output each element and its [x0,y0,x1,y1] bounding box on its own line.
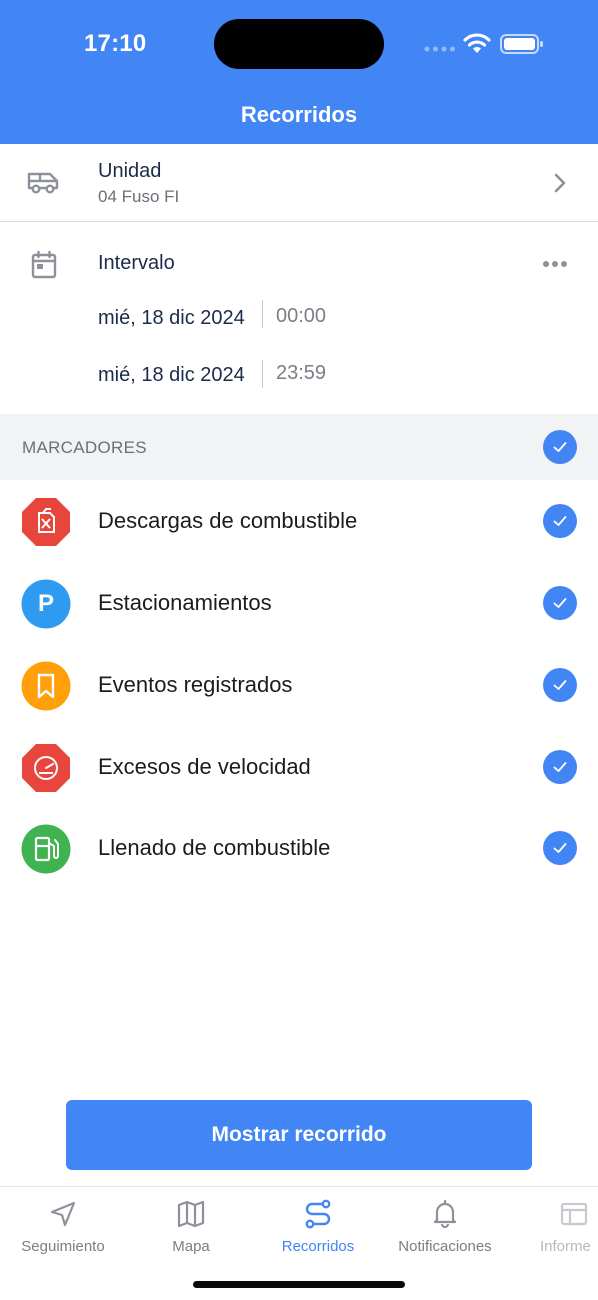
check-icon [553,442,567,452]
tab-recorridos[interactable]: Recorridos [253,1195,383,1255]
check-icon [553,516,567,526]
check-icon [553,843,567,853]
interval-section: Intervalo mié, 18 dic 2024 00:00 mié, 18… [0,222,598,414]
end-date[interactable]: mié, 18 dic 2024 [98,364,245,387]
calendar-icon [31,250,57,279]
dynamic-island [214,19,384,69]
bookmark-icon [21,661,71,711]
marker-checkbox[interactable] [543,586,577,620]
navigation-arrow-icon [50,1201,76,1227]
check-icon [553,762,567,772]
chevron-right-icon [554,173,566,193]
unit-selector-row[interactable]: Unidad 04 Fuso FI [0,144,598,222]
markers-section-label: MARCADORES [22,438,147,457]
marker-row-parking[interactable]: P Estacionamientos [0,562,598,644]
check-icon [553,680,567,690]
start-time[interactable]: 00:00 [276,305,326,328]
tab-label: Recorridos [281,1238,355,1255]
tab-label: Notificaciones [398,1238,492,1255]
fuel-pump-icon [21,824,71,874]
marker-label: Excesos de velocidad [98,754,311,779]
map-icon [177,1200,205,1228]
divider [262,300,263,328]
signal-icon [424,46,455,52]
bell-icon [433,1199,457,1229]
check-icon [553,598,567,608]
parking-glyph: P [37,590,54,617]
marker-row-fuel-drain[interactable]: Descargas de combustible [0,480,598,562]
marker-row-fuel-fill[interactable]: Llenado de combustible [0,807,598,889]
divider [262,360,263,388]
select-all-checkbox[interactable] [543,430,577,464]
marker-label: Descargas de combustible [98,508,358,533]
marker-row-speeding[interactable]: Excesos de velocidad [0,726,598,808]
battery-icon [500,34,543,54]
tab-mapa[interactable]: Mapa [126,1195,256,1255]
marker-label: Llenado de combustible [98,835,331,860]
interval-label: Intervalo [98,252,175,274]
speedometer-icon [22,744,70,792]
tab-label: Mapa [172,1238,210,1255]
more-options-icon[interactable] [542,260,568,268]
fuel-drain-icon [22,498,70,546]
status-time: 17:10 [84,30,147,57]
home-indicator [193,1281,405,1288]
show-route-button[interactable]: Mostrar recorrido [66,1100,532,1170]
tab-label: Seguimiento [21,1238,105,1255]
table-icon [560,1202,588,1226]
marker-checkbox[interactable] [543,504,577,538]
unit-value: 04 Fuso FI [98,187,180,206]
page-title: Recorridos [240,102,358,127]
marker-label: Estacionamientos [98,590,272,615]
markers-section-header: MARCADORES [0,414,598,480]
wifi-icon [463,33,491,53]
marker-checkbox[interactable] [543,668,577,702]
van-icon [27,172,59,194]
marker-checkbox[interactable] [543,750,577,784]
unit-label: Unidad [98,160,162,182]
tab-label: Informe [540,1238,591,1255]
tab-notificaciones[interactable]: Notificaciones [380,1195,510,1255]
marker-label: Eventos registrados [98,672,293,697]
route-icon [305,1199,331,1229]
start-date[interactable]: mié, 18 dic 2024 [98,307,245,330]
tab-seguimiento[interactable]: Seguimiento [0,1195,128,1255]
header-bar: 17:10 Recorridos [0,0,598,144]
marker-row-events[interactable]: Eventos registrados [0,644,598,726]
end-time[interactable]: 23:59 [276,362,326,385]
marker-checkbox[interactable] [543,831,577,865]
tab-informe[interactable]: Informe [507,1195,598,1255]
